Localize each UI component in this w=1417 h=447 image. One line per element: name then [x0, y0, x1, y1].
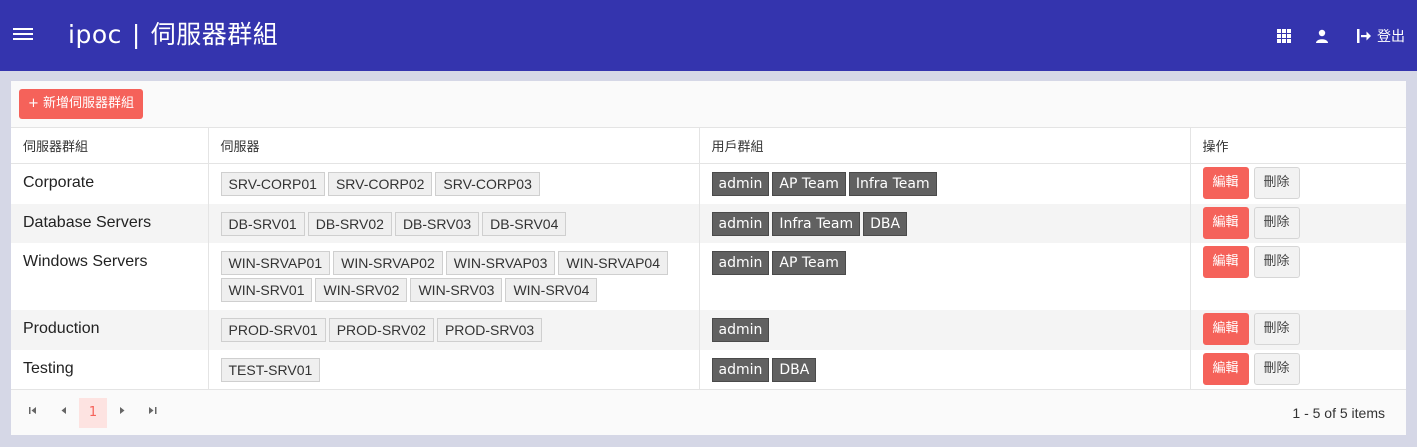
server-chip: DB-SRV02: [307, 211, 392, 236]
server-chip: DB-SRV04: [482, 211, 567, 236]
delete-button[interactable]: 刪除: [1253, 167, 1300, 199]
user-icon[interactable]: [1315, 29, 1329, 43]
pagination-bar: 1 1 - 5 of 5 items: [11, 389, 1406, 435]
servers-cell: SRV-CORP01 SRV-CORP02 SRV-CORP03: [208, 163, 700, 204]
user-groups-cell: admin DBA: [699, 349, 1191, 389]
server-chip: SRV-CORP01: [220, 172, 325, 196]
user-group-chip: admin: [711, 211, 770, 236]
server-chip: WIN-SRVAP02: [333, 250, 443, 275]
user-groups-cell: admin Infra Team DBA: [699, 203, 1191, 243]
table-row: Database Servers DB-SRV01 DB-SRV02 DB-SRV03…: [11, 203, 1406, 243]
page-title: ipoc | 伺服器群組: [68, 16, 278, 54]
group-name-cell: Testing: [11, 349, 209, 389]
table-row: Windows Servers WIN-SRVAP01 WIN-SRVAP02 WIN…: [11, 242, 1406, 310]
logout-icon: [1357, 29, 1371, 43]
actions-cell: 編輯 刪除: [1190, 163, 1406, 204]
user-group-chip: admin: [711, 250, 770, 275]
user-group-chip: AP Team: [772, 172, 846, 196]
user-group-chip: admin: [711, 172, 770, 196]
server-chip: DB-SRV01: [220, 211, 305, 236]
actions-cell: 編輯 刪除: [1190, 242, 1406, 310]
delete-button[interactable]: 刪除: [1253, 206, 1300, 239]
server-chip: WIN-SRV01: [220, 277, 313, 302]
server-group-card: + 新增伺服器群組 伺服器群組 伺服器 用戶群組 操作 Corporate SRV…: [11, 81, 1406, 435]
page-name: 伺服器群組: [150, 20, 279, 49]
server-chip: TEST-SRV01: [220, 357, 321, 382]
column-header-actions: 操作: [1190, 128, 1406, 164]
edit-button[interactable]: 編輯: [1202, 167, 1249, 199]
server-chip: PROD-SRV02: [328, 317, 434, 342]
user-group-chip: DBA: [772, 357, 817, 382]
delete-button[interactable]: 刪除: [1253, 352, 1300, 385]
server-chip: DB-SRV03: [394, 211, 480, 236]
delete-button[interactable]: 刪除: [1253, 312, 1300, 345]
servers-cell: WIN-SRVAP01 WIN-SRVAP02 WIN-SRVAP03 WIN-SRV…: [208, 242, 700, 310]
group-name-cell: Windows Servers: [11, 242, 209, 310]
server-chip: WIN-SRVAP04: [558, 250, 668, 275]
first-page-icon[interactable]: [22, 402, 44, 424]
server-chip: WIN-SRV04: [505, 277, 598, 302]
logout-label: 登出: [1377, 29, 1405, 45]
last-page-icon[interactable]: [141, 402, 163, 424]
column-header-group[interactable]: 伺服器群組: [11, 128, 209, 164]
next-page-icon[interactable]: [111, 402, 133, 424]
card-toolbar: + 新增伺服器群組: [11, 81, 1406, 128]
table-row: Testing TEST-SRV01 admin DBA 編輯 刪除: [11, 349, 1406, 389]
table-row: Corporate SRV-CORP01 SRV-CORP02 SRV-CORP03 a…: [11, 163, 1406, 204]
user-group-chip: AP Team: [772, 250, 846, 275]
pagination-info: 1 - 5 of 5 items: [1292, 405, 1385, 421]
add-server-group-button[interactable]: + 新增伺服器群組: [19, 89, 144, 119]
edit-button[interactable]: 編輯: [1202, 245, 1249, 278]
edit-button[interactable]: 編輯: [1202, 312, 1249, 345]
user-group-chip: Infra Team: [772, 211, 861, 236]
actions-cell: 編輯 刪除: [1190, 203, 1406, 243]
logout-button[interactable]: 登出: [1357, 26, 1405, 46]
servers-cell: PROD-SRV01 PROD-SRV02 PROD-SRV03: [208, 309, 700, 350]
actions-cell: 編輯 刪除: [1190, 349, 1406, 389]
prev-page-icon[interactable]: [52, 402, 74, 424]
group-name-cell: Database Servers: [11, 203, 209, 243]
column-header-servers[interactable]: 伺服器: [208, 128, 700, 164]
servers-cell: DB-SRV01 DB-SRV02 DB-SRV03 DB-SRV04: [208, 203, 700, 243]
group-name-cell: Production: [11, 309, 209, 350]
server-chip: PROD-SRV01: [220, 317, 326, 342]
apps-grid-icon[interactable]: [1277, 29, 1291, 43]
user-groups-cell: admin AP Team Infra Team: [699, 163, 1191, 204]
server-chip: WIN-SRVAP03: [445, 250, 556, 275]
group-name-cell: Corporate: [11, 163, 209, 204]
app-name: ipoc: [68, 20, 122, 49]
table-row: Production PROD-SRV01 PROD-SRV02 PROD-SRV03…: [11, 309, 1406, 350]
edit-button[interactable]: 編輯: [1202, 352, 1249, 385]
title-separator: |: [131, 20, 141, 49]
server-chip: SRV-CORP02: [327, 172, 433, 196]
server-chip: PROD-SRV03: [436, 317, 543, 342]
server-chip: SRV-CORP03: [435, 172, 540, 196]
server-chip: WIN-SRVAP01: [220, 250, 331, 275]
delete-button[interactable]: 刪除: [1253, 245, 1300, 278]
menu-icon[interactable]: [13, 28, 33, 42]
user-group-chip: admin: [711, 357, 770, 382]
user-group-chip: DBA: [863, 211, 908, 236]
user-group-chip: admin: [711, 317, 770, 342]
user-groups-cell: admin AP Team: [699, 242, 1191, 310]
server-chip: WIN-SRV03: [410, 277, 503, 302]
edit-button[interactable]: 編輯: [1202, 206, 1249, 239]
server-group-table: 伺服器群組 伺服器 用戶群組 操作 Corporate SRV-CORP01 SRV…: [11, 128, 1406, 389]
server-chip: WIN-SRV02: [315, 277, 408, 302]
actions-cell: 編輯 刪除: [1190, 309, 1406, 350]
column-header-user-groups[interactable]: 用戶群組: [699, 128, 1191, 164]
servers-cell: TEST-SRV01: [208, 349, 700, 389]
top-app-bar: ipoc | 伺服器群組 登出: [0, 0, 1417, 71]
user-groups-cell: admin: [699, 309, 1191, 350]
page-number-current[interactable]: 1: [79, 398, 107, 428]
user-group-chip: Infra Team: [848, 172, 937, 196]
